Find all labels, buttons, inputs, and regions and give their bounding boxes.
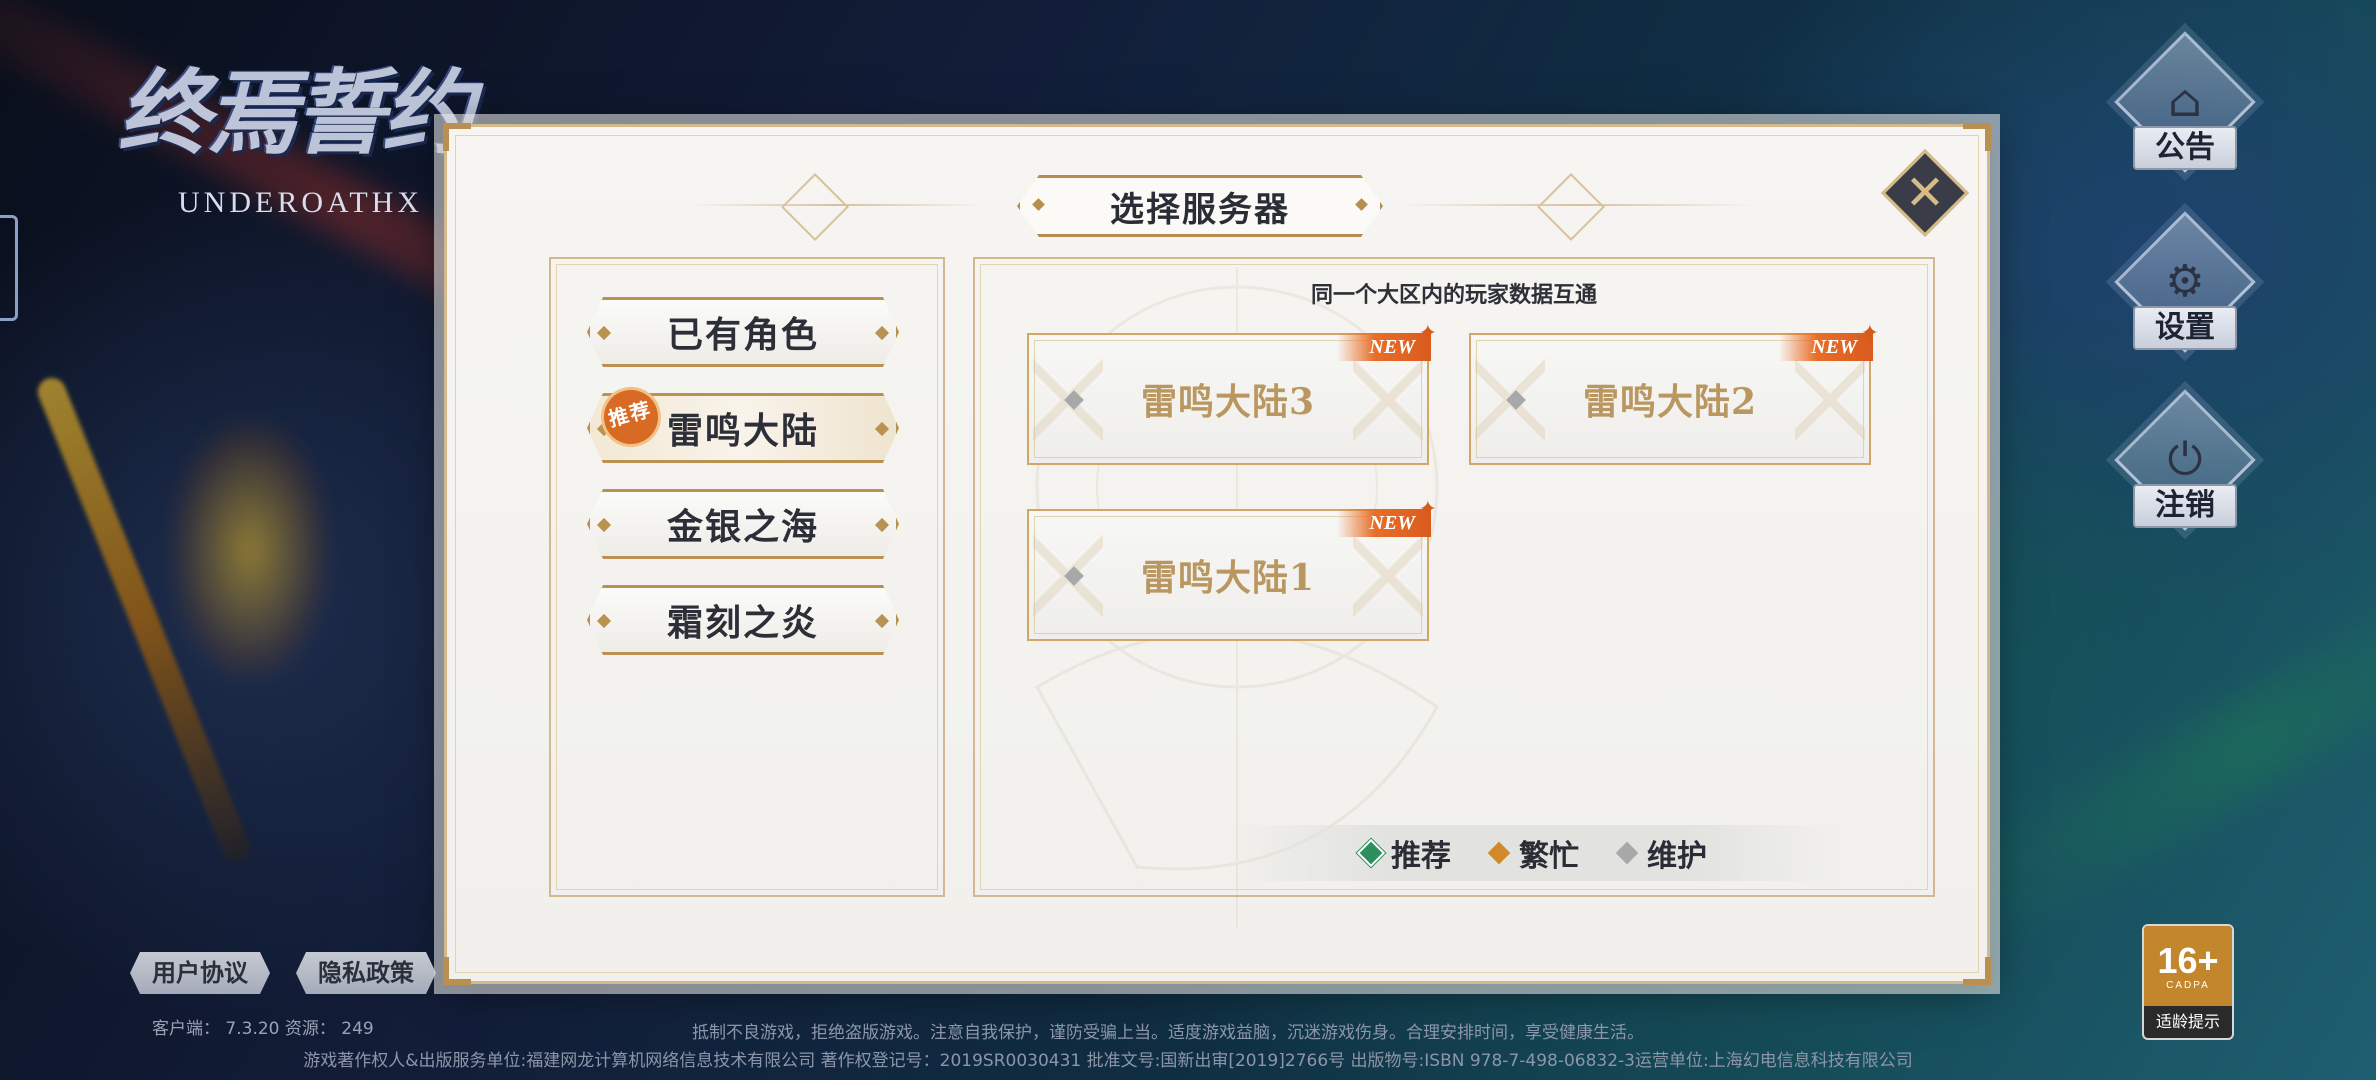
server-list-panel: 同一个大区内的玩家数据互通 雷鸣大陆3 NEW ✦ 雷鸣大陆2 NEW ✦ 雷鸣… <box>973 257 1935 897</box>
legend-recommended: 推荐 <box>1359 831 1451 875</box>
legend-maintenance: 维护 <box>1615 831 1707 875</box>
new-badge: NEW <box>1779 333 1873 361</box>
server-name: 雷鸣大陆2 <box>1582 381 1758 423</box>
legend-busy: 繁忙 <box>1487 831 1579 875</box>
dialog-title: 选择服务器 <box>1110 189 1290 230</box>
age-rating-value: 16+ <box>2157 939 2219 981</box>
server-card[interactable]: 雷鸣大陆2 NEW ✦ <box>1469 321 1879 465</box>
age-rating-badge[interactable]: 16+ CADPA 适龄提示 <box>2142 924 2234 1040</box>
announcement-label: 公告 <box>2133 126 2237 170</box>
region-label: 金银之海 <box>666 506 819 548</box>
region-label: 雷鸣大陆 <box>666 410 819 452</box>
new-badge: NEW <box>1337 509 1431 537</box>
copyright-notice: 游戏著作权人&出版服务单位:福建网龙计算机网络信息技术有限公司 著作权登记号：2… <box>303 1051 1913 1071</box>
close-button[interactable]: ✕ <box>1881 149 1969 237</box>
health-notice: 抵制不良游戏，拒绝盗版游戏。注意自我保护，谨防受骗上当。适度游戏益脑，沉迷游戏伤… <box>692 1023 1644 1043</box>
server-name: 雷鸣大陆1 <box>1140 557 1316 599</box>
dialog-title-box: 选择服务器 <box>1017 175 1383 237</box>
settings-label: 设置 <box>2133 306 2237 350</box>
side-tab-edge <box>0 215 18 321</box>
gear-icon: ⚙ <box>2165 256 2205 307</box>
status-legend: 推荐 繁忙 维护 <box>1225 825 1845 881</box>
region-item-frost-flame[interactable]: 霜刻之炎 <box>587 585 899 655</box>
power-icon: ⏻ <box>2167 434 2203 485</box>
age-rating-label: 适龄提示 <box>2155 1012 2220 1031</box>
settings-button[interactable]: ⚙ 设置 <box>2114 211 2256 353</box>
server-name: 雷鸣大陆3 <box>1140 381 1316 423</box>
age-rating-org: CADPA <box>2166 979 2210 991</box>
privacy-policy-link[interactable]: 隐私政策 <box>296 952 436 994</box>
dialog-header: 选择服务器 <box>447 173 1987 241</box>
logout-button[interactable]: ⏻ 注销 <box>2114 389 2256 531</box>
region-label: 霜刻之炎 <box>666 602 819 644</box>
region-item-thunder-continent[interactable]: 推荐 雷鸣大陆 <box>587 380 899 463</box>
logo-title: 终焉誓约 <box>118 59 474 167</box>
busy-diamond-icon <box>1487 841 1511 865</box>
user-agreement-link[interactable]: 用户协议 <box>130 952 270 994</box>
server-card[interactable]: 雷鸣大陆1 NEW ✦ <box>1027 497 1437 641</box>
close-icon: ✕ <box>1904 165 1946 221</box>
logo-subtitle: UNDEROATHX <box>178 186 423 219</box>
region-item-existing-characters[interactable]: 已有角色 <box>587 297 899 367</box>
recommended-diamond-icon <box>1359 841 1383 865</box>
server-select-dialog: 选择服务器 ✕ 已有角色 推荐 雷鸣大陆 金银之海 霜刻之炎 同一个大区内的玩家… <box>443 123 1991 985</box>
new-badge: NEW <box>1337 333 1431 361</box>
maintenance-diamond-icon <box>1615 841 1639 865</box>
logout-label: 注销 <box>2133 484 2237 528</box>
region-item-gold-silver-sea[interactable]: 金银之海 <box>587 489 899 559</box>
region-label: 已有角色 <box>666 314 819 356</box>
region-list: 已有角色 推荐 雷鸣大陆 金银之海 霜刻之炎 <box>549 257 945 897</box>
server-card[interactable]: 雷鸣大陆3 NEW ✦ <box>1027 321 1437 465</box>
sparkle-icon: ✦ <box>1418 321 1437 346</box>
sparkle-icon: ✦ <box>1860 321 1879 346</box>
sparkle-icon: ✦ <box>1418 497 1437 522</box>
announcement-icon: ⌂ <box>2168 76 2202 127</box>
announcement-button[interactable]: ⌂ 公告 <box>2114 31 2256 173</box>
region-hint: 同一个大区内的玩家数据互通 <box>1310 282 1597 308</box>
